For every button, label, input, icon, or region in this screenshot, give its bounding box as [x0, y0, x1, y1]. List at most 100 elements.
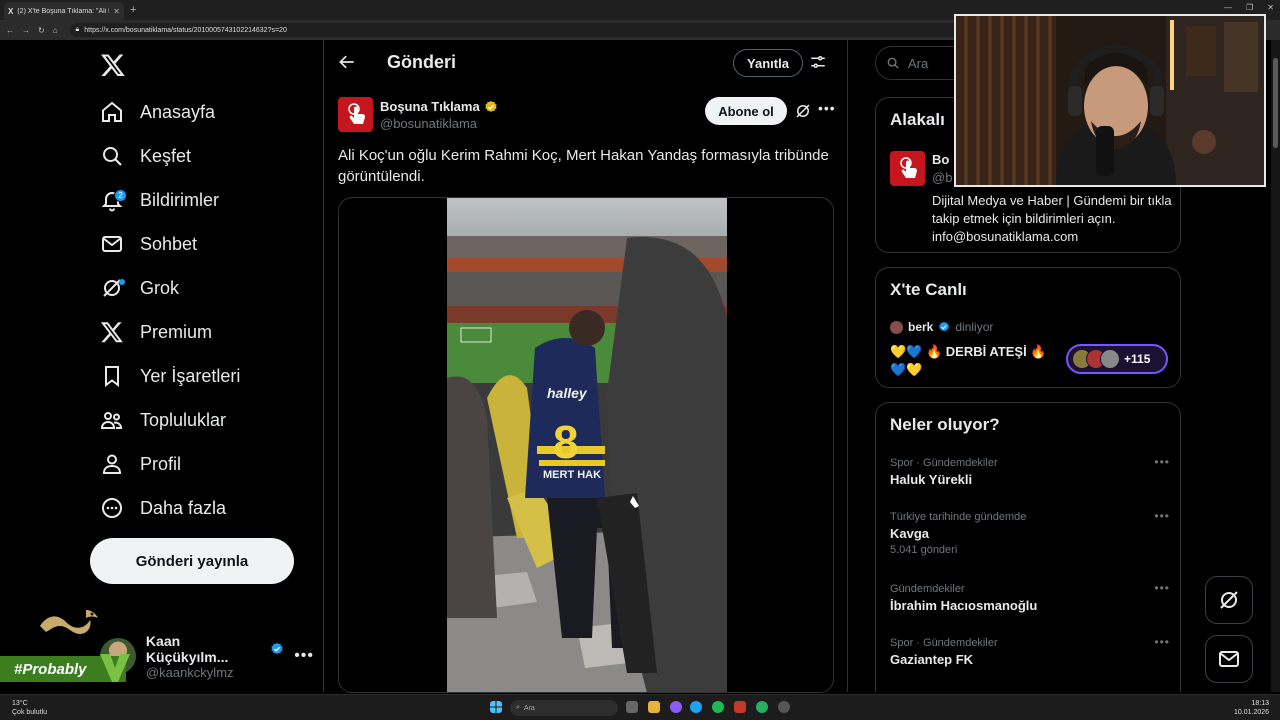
nav-item-chat[interactable]: Sohbet — [100, 229, 197, 259]
nav-label: Grok — [140, 277, 180, 298]
reply-button[interactable]: Yanıtla — [733, 49, 803, 77]
tweet-media[interactable]: halley 8 MERT HAK — [338, 197, 834, 693]
weather-widget[interactable]: 13°C Çok bulutlu — [12, 699, 47, 717]
nav-item-home[interactable]: Anasayfa — [100, 97, 215, 127]
more-dots-icon[interactable]: ••• — [1154, 509, 1170, 523]
trend-name: Gaziantep FK — [890, 652, 974, 667]
jersey-sponsor: halley — [547, 385, 588, 401]
avatar — [1100, 349, 1120, 369]
verified-badge-icon — [939, 321, 950, 332]
nav-label: Yer İşaretleri — [140, 365, 241, 386]
home-nav-icon[interactable]: ⌂ — [53, 26, 58, 35]
search-icon — [103, 147, 122, 166]
author-name-row[interactable]: Boşuna Tıklama — [380, 99, 498, 114]
nav-label: Anasayfa — [140, 101, 216, 122]
live-host[interactable]: berk dinliyor — [890, 320, 993, 334]
author-avatar[interactable] — [338, 97, 373, 132]
clock-time: 18:13 — [1251, 700, 1270, 707]
trend-item[interactable]: Gündemdekiler İbrahim Hacıosmanoğlu ••• — [890, 581, 1170, 613]
tweet-text: Ali Koç'un oğlu Kerim Rahmi Koç, Mert Ha… — [338, 147, 829, 185]
app-icon[interactable] — [670, 701, 682, 713]
nav-item-more[interactable]: Daha fazla — [100, 493, 226, 523]
maximize-icon[interactable]: ❐ — [1246, 3, 1253, 12]
stadium-video-frame: halley 8 MERT HAK — [447, 198, 727, 692]
more-dots-icon[interactable]: ••• — [1154, 635, 1170, 649]
post-button[interactable]: Gönderi yayınla — [90, 538, 294, 584]
close-tab-icon[interactable]: ✕ — [113, 7, 120, 16]
nav-label: Topluluklar — [140, 409, 227, 430]
trend-name: Kavga — [890, 526, 930, 541]
profile-icon — [102, 454, 122, 474]
space-title[interactable]: 💛💙 🔥 DERBİ ATEŞİ 🔥 💙💛 — [890, 343, 1060, 379]
author-name: Boşuna Tıklama — [380, 99, 480, 114]
more-dots-icon[interactable]: ••• — [818, 100, 836, 116]
nav-item-grok[interactable]: Grok — [100, 273, 179, 303]
trend-item[interactable]: Spor · Gündemdekiler Haluk Yürekli ••• — [890, 455, 1170, 487]
taskbar-clock[interactable]: 18:13 10.01.2026 — [1234, 699, 1269, 717]
nav-item-bookmarks[interactable]: Yer İşaretleri — [100, 361, 240, 391]
windows-taskbar: 13°C Çok bulutlu ⌕ Ara 18:13 10.01.2026 — [0, 694, 1280, 720]
dragon-logo-icon — [40, 610, 98, 634]
trend-context: Gündemdekiler — [890, 583, 965, 595]
scrollbar-thumb[interactable] — [1273, 58, 1278, 148]
taskbar-search[interactable]: ⌕ Ara — [510, 700, 618, 716]
trends-card: Neler oluyor? Spor · Gündemdekiler Haluk… — [875, 402, 1181, 692]
tap-hand-icon — [347, 102, 365, 124]
app-icon[interactable] — [734, 701, 746, 713]
back-arrow-icon[interactable] — [337, 52, 357, 72]
more-dots-icon[interactable]: ••• — [1154, 455, 1170, 469]
nav-item-profile[interactable]: Profil — [100, 449, 181, 479]
more-dots-icon[interactable]: ••• — [294, 647, 314, 665]
new-tab-icon[interactable]: + — [130, 4, 136, 16]
edge-icon[interactable] — [690, 701, 702, 713]
more-dots-icon[interactable]: ••• — [1154, 581, 1170, 595]
page-scrollbar[interactable] — [1271, 40, 1280, 692]
v-logo-icon — [100, 654, 130, 682]
task-view-icon[interactable] — [626, 701, 638, 713]
grok-fab[interactable] — [1205, 576, 1253, 624]
streamer-webcam-image — [956, 16, 1264, 185]
related-handle: @b — [932, 170, 953, 185]
browser-tab[interactable]: X (2) X'te Boşuna Tıklama: "Ali K... ✕ — [4, 2, 124, 20]
nav-item-notifications[interactable]: 2 Bildirimler — [100, 185, 219, 215]
bookmark-icon — [105, 366, 119, 387]
listener-count: +115 — [1124, 352, 1151, 366]
reload-icon[interactable]: ↻ — [38, 26, 45, 35]
related-name[interactable]: Bo — [932, 152, 949, 167]
settings-sliders-icon[interactable] — [809, 53, 827, 71]
subscribe-button[interactable]: Abone ol — [705, 97, 787, 125]
forward-nav-icon[interactable]: → — [22, 26, 30, 35]
grok-dot-badge — [119, 279, 125, 285]
taskbar-search-label: Ara — [523, 704, 535, 712]
file-explorer-icon[interactable] — [648, 701, 660, 713]
url-field[interactable]: 🔒︎ https://x.com/bosunatiklama/status/20… — [69, 23, 970, 37]
tap-hand-icon — [899, 156, 917, 178]
nav-item-explore[interactable]: Keşfet — [100, 141, 191, 171]
trend-item[interactable]: Türkiye tarihinde gündemde Kavga 5.041 g… — [890, 509, 1170, 556]
app-icon[interactable] — [778, 701, 790, 713]
nav-label: Sohbet — [140, 233, 198, 254]
windows-start-icon[interactable] — [490, 701, 502, 713]
mail-icon — [102, 236, 122, 252]
listeners-pill[interactable]: +115 — [1066, 344, 1168, 374]
url-text: https://x.com/bosunatiklama/status/20100… — [84, 26, 287, 34]
account-handle: @kaankckylmz — [145, 664, 234, 680]
author-handle[interactable]: @bosunatiklama — [380, 116, 477, 131]
app-icon[interactable] — [756, 701, 768, 713]
messages-fab[interactable] — [1205, 635, 1253, 683]
close-window-icon[interactable]: ✕ — [1267, 3, 1274, 12]
search-icon: ⌕ — [516, 704, 520, 711]
video-player[interactable]: halley 8 MERT HAK — [447, 198, 727, 692]
x-logo-icon[interactable] — [100, 52, 126, 78]
trend-item[interactable]: Spor · Gündemdekiler Gaziantep FK ••• — [890, 635, 1170, 667]
minimize-icon[interactable]: — — [1224, 3, 1232, 12]
account-switcher[interactable]: Kaan Küçükyılm... @kaankckylmz ••• — [100, 633, 314, 680]
related-avatar[interactable] — [890, 151, 925, 186]
grok-icon[interactable] — [794, 102, 812, 120]
nav-item-communities[interactable]: Topluluklar — [100, 405, 226, 435]
spotify-icon[interactable] — [712, 701, 724, 713]
nav-item-premium[interactable]: Premium — [100, 317, 212, 347]
back-nav-icon[interactable]: ← — [6, 26, 14, 35]
account-name-row: Kaan Küçükyılm... — [146, 633, 284, 665]
notification-badge: 2 — [114, 189, 127, 202]
